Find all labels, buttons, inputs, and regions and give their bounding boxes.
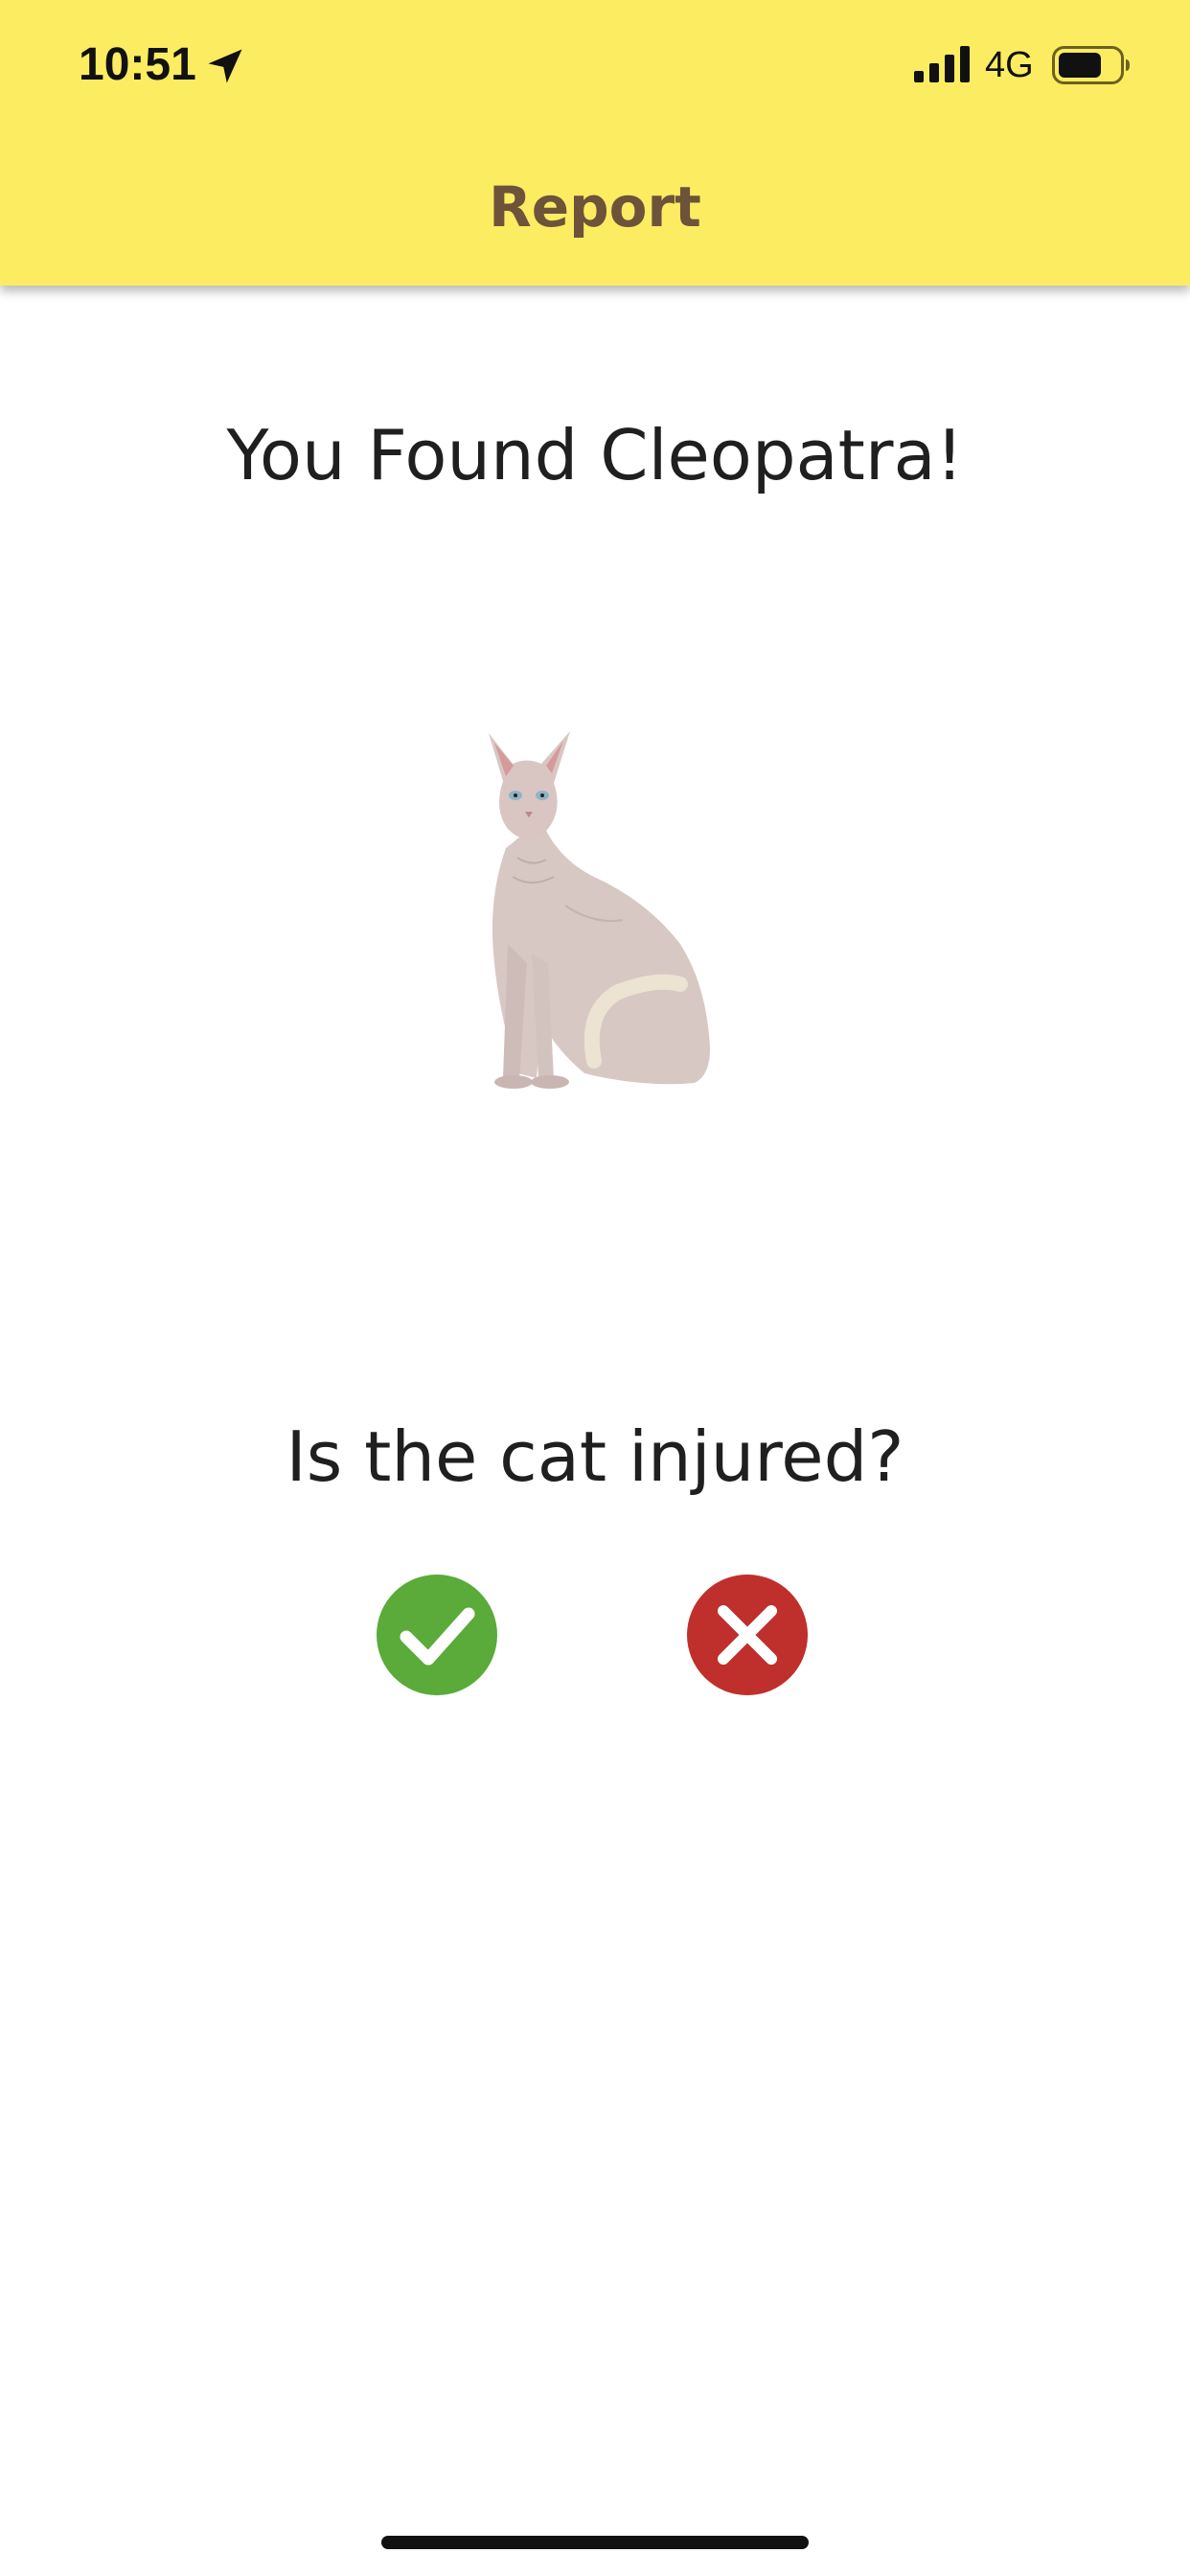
injury-question: Is the cat injured? [286,1416,904,1497]
cat-photo [489,731,710,1089]
yes-injured-button[interactable] [377,1575,497,1695]
home-indicator[interactable] [381,2536,809,2549]
page-title: Report [489,174,701,240]
location-arrow-icon [208,49,242,83]
app-header: 10:51 4G Report [0,0,1190,286]
not-injured-button[interactable] [687,1575,808,1695]
close-icon [718,1605,777,1665]
network-type-label: 4G [985,45,1034,85]
report-screen: 10:51 4G Report You Found Cleopatra! Is … [0,0,1190,2576]
battery-icon [1052,46,1130,84]
status-time: 10:51 [79,39,196,90]
cellular-signal-icon [914,46,970,82]
found-cat-heading: You Found Cleopatra! [226,415,964,495]
checkmark-icon [400,1607,475,1666]
